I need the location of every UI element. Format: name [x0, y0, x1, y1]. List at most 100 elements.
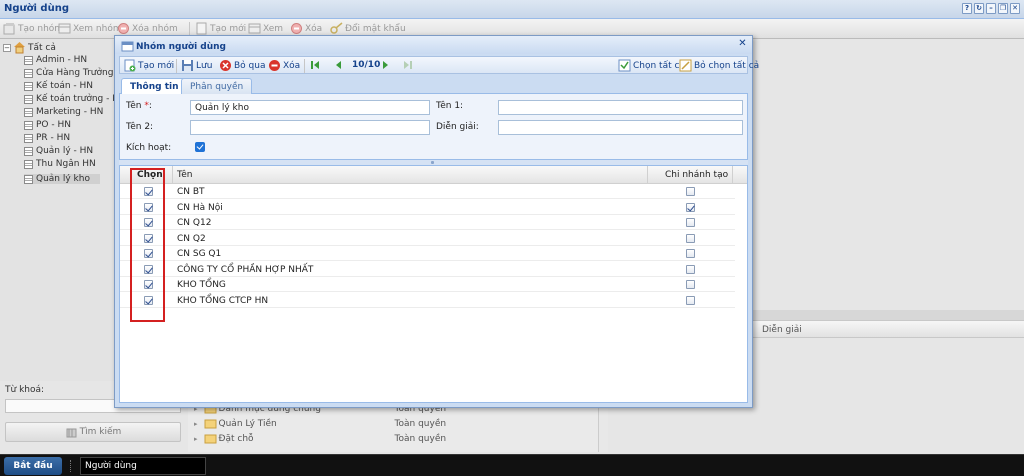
- splitter-grip: [431, 161, 434, 164]
- tab-info[interactable]: Thông tin: [121, 78, 188, 95]
- dialog-close-icon[interactable]: ✕: [737, 39, 748, 50]
- background-desc-header: Diễn giải: [762, 325, 802, 335]
- last-page-icon[interactable]: [403, 59, 413, 71]
- collapse-icon[interactable]: −: [3, 43, 11, 52]
- save-icon: [181, 59, 194, 72]
- name1-input[interactable]: [498, 100, 743, 115]
- tree-item[interactable]: PO - HN: [24, 120, 71, 130]
- deselect-all-label: Bỏ chọn tất cả: [694, 60, 760, 71]
- background-row-name: Quản Lý Tiền: [218, 418, 277, 429]
- select-column-highlight: [130, 168, 165, 322]
- view-user-button[interactable]: Xem: [248, 22, 283, 35]
- table-row[interactable]: CN Q12: [120, 215, 735, 230]
- delete-icon: [268, 59, 281, 72]
- name2-label: Tên 2:: [126, 122, 154, 132]
- minimize-icon[interactable]: –: [986, 3, 996, 14]
- help-icon[interactable]: ?: [962, 3, 972, 14]
- save-button[interactable]: Lưu: [181, 59, 212, 72]
- created-branch-checkbox[interactable]: [686, 218, 695, 227]
- tree-item[interactable]: Kế toán - HN: [24, 81, 93, 91]
- select-all-button[interactable]: Chọn tất cả: [618, 59, 685, 72]
- tree-item[interactable]: Marketing - HN: [24, 107, 103, 117]
- tree-item-label: Thu Ngân HN: [36, 159, 96, 169]
- tab-permissions[interactable]: Phân quyền: [181, 78, 253, 94]
- taskbar-item-users[interactable]: Người dùng: [80, 457, 206, 475]
- view-group-button[interactable]: Xem nhóm: [58, 22, 122, 35]
- new-icon: [123, 59, 136, 72]
- table-row[interactable]: CN Q2: [120, 231, 735, 246]
- table-row[interactable]: KHO TỔNG: [120, 277, 735, 292]
- prev-page-icon[interactable]: [333, 59, 343, 71]
- tree-item-label: Kế toán - HN: [36, 81, 94, 91]
- description-input[interactable]: [498, 120, 743, 135]
- column-header-created-branch[interactable]: Chi nhánh tạo: [665, 170, 728, 180]
- name-input[interactable]: Quản lý kho: [190, 100, 430, 115]
- tree-item-label: Marketing - HN: [36, 107, 104, 117]
- tree-item-label: Quản lý - HN: [36, 146, 94, 156]
- group-icon: [24, 68, 33, 78]
- tree-item-label: Quản lý kho: [36, 174, 90, 184]
- new-group-button[interactable]: Tạo nhóm: [3, 22, 63, 35]
- name2-input[interactable]: [190, 120, 430, 135]
- first-page-icon[interactable]: [310, 59, 320, 71]
- user-group-dialog: Nhóm người dùng ✕ Tạo mới Lưu Bỏ qua Xóa…: [114, 35, 759, 408]
- created-branch-checkbox[interactable]: [686, 295, 695, 305]
- created-branch-checkbox[interactable]: [686, 233, 695, 243]
- active-checkbox[interactable]: [195, 142, 205, 152]
- table-row[interactable]: CN Hà Nội: [120, 200, 735, 215]
- created-branch-checkbox[interactable]: [686, 202, 695, 212]
- table-row[interactable]: KHO TỔNG CTCP HN: [120, 293, 735, 308]
- view-group-label: Xem nhóm: [73, 23, 122, 34]
- tree-item[interactable]: Admin - HN: [24, 55, 87, 65]
- tree-root[interactable]: − Tất cả: [3, 41, 56, 54]
- refresh-icon[interactable]: ↻: [974, 3, 984, 14]
- tree-item-label: Kế toán trưởng - HN: [36, 94, 126, 104]
- new-button[interactable]: Tạo mới: [123, 59, 174, 72]
- group-icon: [24, 107, 33, 117]
- new-group-label: Tạo nhóm: [18, 23, 64, 34]
- new-user-button[interactable]: Tạo mới: [195, 22, 246, 35]
- search-button[interactable]: Tìm kiếm: [5, 422, 181, 442]
- background-row[interactable]: ▸ Đặt chỗ Toàn quyền: [194, 432, 446, 445]
- group-icon: [24, 81, 33, 91]
- expand-icon: ▸: [194, 419, 198, 428]
- taskbar-separator: [70, 460, 72, 472]
- table-row[interactable]: CN BT: [120, 184, 735, 199]
- created-branch-checkbox[interactable]: [686, 264, 695, 274]
- column-header-name[interactable]: Tên: [177, 170, 192, 180]
- created-branch-checkbox[interactable]: [686, 249, 695, 258]
- tree-item-label: PR - HN: [36, 133, 71, 143]
- tree-item[interactable]: Thu Ngân HN: [24, 159, 96, 169]
- dialog-title-bar[interactable]: Nhóm người dùng: [115, 36, 752, 54]
- start-button[interactable]: Bắt đầu: [4, 457, 62, 475]
- delete-button-label: Xóa: [283, 60, 301, 71]
- tree-item[interactable]: PR - HN: [24, 133, 70, 143]
- branch-name: KHO TỔNG: [177, 280, 226, 290]
- created-branch-checkbox[interactable]: [686, 280, 695, 289]
- skip-button[interactable]: Bỏ qua: [219, 59, 265, 72]
- tree-item[interactable]: Kế toán trưởng - HN: [24, 94, 126, 104]
- window-tools: ? ↻ – ❐ ✕: [962, 3, 1020, 14]
- tree-item-selected[interactable]: Quản lý kho: [24, 174, 100, 184]
- created-branch-checkbox[interactable]: [686, 187, 695, 196]
- change-password-button[interactable]: Đổi mật khẩu: [330, 22, 406, 35]
- name-colon: :: [148, 101, 152, 111]
- close-icon[interactable]: ✕: [1010, 3, 1020, 14]
- background-row[interactable]: ▸ Quản Lý Tiền Toàn quyền: [194, 417, 446, 430]
- toolbar-separator: [189, 22, 190, 36]
- tree-item[interactable]: Quản lý - HN: [24, 146, 93, 156]
- dialog-title: Nhóm người dùng: [136, 41, 226, 52]
- column-divider: [647, 166, 648, 184]
- restore-icon[interactable]: ❐: [998, 3, 1008, 14]
- delete-button[interactable]: Xóa: [268, 59, 300, 72]
- delete-user-button[interactable]: Xóa: [290, 22, 322, 35]
- delete-group-icon: [117, 22, 130, 35]
- pager-label: 10/10: [352, 60, 381, 70]
- next-page-icon[interactable]: [381, 59, 391, 71]
- background-row-right: Toàn quyền: [394, 433, 447, 444]
- delete-group-button[interactable]: Xóa nhóm: [117, 22, 178, 35]
- deselect-all-button[interactable]: Bỏ chọn tất cả: [679, 59, 759, 72]
- table-row[interactable]: CÔNG TY CỔ PHẦN HỢP NHẤT: [120, 262, 735, 277]
- table-row[interactable]: CN SG Q1: [120, 246, 735, 261]
- branch-name: CN BT: [177, 187, 205, 197]
